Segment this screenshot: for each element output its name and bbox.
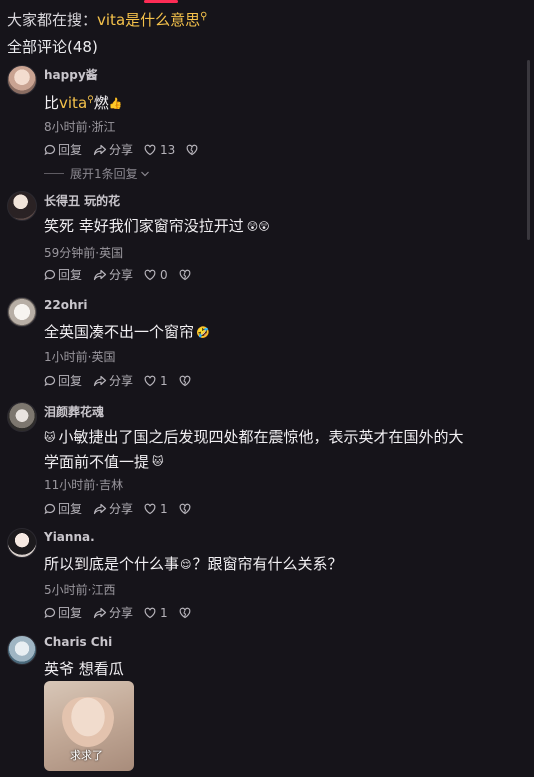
comment-count-title: 全部评论(48) — [7, 38, 98, 56]
comment-username[interactable]: Charis Chi — [44, 635, 112, 649]
avatar[interactable] — [7, 402, 37, 432]
comment-actions: 回复 分享 1 — [44, 604, 191, 621]
dislike-button[interactable] — [179, 375, 191, 387]
avatar[interactable] — [7, 65, 37, 95]
cat-emoji: 🐱 — [152, 455, 164, 468]
reply-icon — [44, 144, 56, 155]
reply-button[interactable]: 回复 — [44, 604, 82, 621]
dislike-button[interactable] — [179, 503, 191, 515]
comment-actions: 回复 分享 0 — [44, 266, 191, 283]
reply-button[interactable]: 回复 — [44, 141, 82, 158]
heart-icon — [144, 269, 156, 280]
scrollbar[interactable] — [527, 60, 530, 240]
search-icon: ⚲ — [87, 95, 94, 105]
share-icon — [93, 607, 107, 618]
search-suggestion-prefix: 大家都在搜： — [7, 11, 98, 29]
expand-replies-button[interactable]: 展开1条回复 — [44, 165, 150, 182]
broken-heart-icon — [179, 503, 191, 514]
reply-button[interactable]: 回复 — [44, 500, 82, 517]
divider — [44, 173, 64, 174]
share-button[interactable]: 分享 — [93, 141, 133, 158]
comment-username[interactable]: happy酱 — [44, 66, 98, 83]
like-button[interactable]: 13 — [144, 143, 175, 157]
comment-text: 英爷 想看瓜 — [44, 660, 124, 678]
share-icon — [93, 144, 107, 155]
thumbs-up-emoji: 👍 — [108, 96, 123, 110]
comment-keyword-link[interactable]: vita — [59, 94, 87, 112]
comment-username[interactable]: 长得丑 玩的花 — [44, 192, 120, 209]
like-button[interactable]: 1 — [144, 374, 168, 388]
broken-heart-icon — [186, 144, 198, 155]
comment-text: 比vita⚲燃👍 — [44, 88, 514, 116]
cat-emoji: 🐱 — [44, 430, 56, 444]
comment-username[interactable]: 22ohri — [44, 298, 88, 312]
comment-text: 全英国凑不出一个窗帘 🤣 — [44, 320, 514, 345]
comment-actions: 回复 分享 13 — [44, 141, 198, 158]
comment-meta: 5小时前·江西 — [44, 583, 116, 597]
reply-icon — [44, 375, 56, 386]
comment-meta: 11小时前·吉林 — [44, 478, 124, 492]
image-caption: 求求了 — [70, 749, 103, 762]
avatar[interactable] — [7, 297, 37, 327]
heart-icon — [144, 607, 156, 618]
search-suggestion[interactable]: 大家都在搜：vita是什么意思⚲ — [7, 9, 207, 30]
reply-icon — [44, 607, 56, 618]
share-button[interactable]: 分享 — [93, 500, 133, 517]
share-icon — [93, 269, 107, 280]
share-button[interactable]: 分享 — [93, 372, 133, 389]
dislike-button[interactable] — [179, 269, 191, 281]
like-count: 1 — [160, 501, 168, 516]
comment-meta: 59分钟前·英国 — [44, 246, 124, 260]
broken-heart-icon — [179, 607, 191, 618]
share-icon — [93, 503, 107, 514]
shocked-emoji: 😲😲 — [246, 219, 270, 233]
avatar[interactable] — [7, 528, 37, 558]
like-count: 13 — [160, 142, 176, 157]
share-button[interactable]: 分享 — [93, 604, 133, 621]
like-button[interactable]: 1 — [144, 606, 168, 620]
like-count: 0 — [160, 267, 168, 282]
share-button[interactable]: 分享 — [93, 266, 133, 283]
search-suggestion-keyword[interactable]: vita是什么意思 — [97, 11, 200, 29]
comment-username[interactable]: Yianna. — [44, 530, 95, 544]
like-count: 1 — [160, 605, 168, 620]
dislike-button[interactable] — [179, 607, 191, 619]
like-button[interactable]: 0 — [144, 268, 168, 282]
reply-icon — [44, 503, 56, 514]
share-icon — [93, 375, 107, 386]
reply-button[interactable]: 回复 — [44, 266, 82, 283]
comment-image[interactable]: 求求了 — [44, 681, 134, 771]
comment-actions: 回复 分享 1 — [44, 500, 191, 517]
broken-heart-icon — [179, 375, 191, 386]
heart-icon — [144, 375, 156, 386]
active-tab-indicator — [144, 0, 178, 3]
heart-icon — [144, 144, 156, 155]
comment-meta: 8小时前·浙江 — [44, 120, 116, 134]
comment-username[interactable]: 泪颜葬花魂 — [44, 403, 104, 420]
comment-text: 所以到底是个什么事😌？跟窗帘有什么关系？ — [44, 552, 514, 577]
chevron-down-icon — [140, 171, 149, 176]
like-button[interactable]: 1 — [144, 502, 168, 516]
reply-icon — [44, 269, 56, 280]
avatar[interactable] — [7, 635, 37, 665]
praying-hands-image — [62, 697, 114, 747]
search-icon: ⚲ — [200, 11, 208, 22]
comment-actions: 回复 分享 1 — [44, 372, 191, 389]
comment-text: 笑死 幸好我们家窗帘没拉开过 😲😲 — [44, 214, 514, 239]
smile-emoji: 😌 — [180, 557, 192, 571]
dislike-button[interactable] — [186, 144, 198, 156]
comment-text: 🐱 小敏捷出了国之后发现四处都在震惊他，表示英才在国外的大 学面前不值一提 🐱 — [44, 425, 514, 474]
reply-button[interactable]: 回复 — [44, 372, 82, 389]
like-count: 1 — [160, 373, 168, 388]
comment-meta: 1小时前·英国 — [44, 350, 116, 364]
heart-icon — [144, 503, 156, 514]
broken-heart-icon — [179, 269, 191, 280]
laughing-emoji: 🤣 — [196, 325, 210, 339]
avatar[interactable] — [7, 191, 37, 221]
